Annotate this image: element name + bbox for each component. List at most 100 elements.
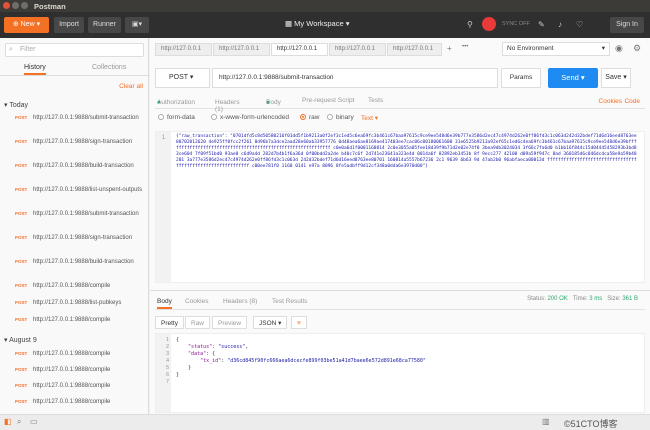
format-select[interactable]: JSON ▾ xyxy=(253,316,288,329)
history-url: http://127.0.0.1:9888/compile xyxy=(33,399,111,405)
radio-raw[interactable]: raw xyxy=(300,114,319,121)
tab-response-cookies[interactable]: Cookies xyxy=(185,298,208,305)
save-button[interactable]: Save ▾ xyxy=(601,68,631,88)
new-window-button[interactable]: ▣▾ xyxy=(125,17,149,33)
group-label: August 9 xyxy=(9,337,37,344)
tab-tests[interactable]: Tests xyxy=(368,97,383,104)
add-tab-icon[interactable]: + xyxy=(447,44,452,53)
sync-icon[interactable] xyxy=(482,17,496,31)
tab-label: Headers (1) xyxy=(215,99,240,113)
satellite-icon[interactable]: ⚲ xyxy=(467,20,473,29)
bell-icon[interactable]: ♪ xyxy=(558,20,562,29)
radio-urlencoded[interactable]: x-www-form-urlencoded xyxy=(211,114,289,121)
history-group-august-9[interactable]: ▾ August 9 xyxy=(4,336,37,344)
eye-icon[interactable]: ◉ xyxy=(615,43,623,54)
runner-button[interactable]: Runner xyxy=(88,17,121,33)
request-tab[interactable]: http://127.0.0.1 xyxy=(271,43,328,56)
history-url: http://127.0.0.1:9888/compile xyxy=(33,367,111,373)
history-url: http://127.0.0.1:9888/compile xyxy=(33,383,111,389)
new-button[interactable]: ⊕ New ▾ xyxy=(4,17,49,33)
import-button[interactable]: Import xyxy=(54,17,84,33)
body-type-options: form-data x-www-form-urlencoded raw bina… xyxy=(155,114,475,126)
text-type-select[interactable]: Text ▾ xyxy=(361,114,378,122)
history-url: http://127.0.0.1:9888/compile xyxy=(33,317,111,323)
save-label: Save xyxy=(605,74,622,81)
search-icon[interactable]: ⌕ xyxy=(17,417,21,427)
radio-label: raw xyxy=(309,114,320,121)
preview-button[interactable]: Preview xyxy=(212,316,248,329)
wrench-icon[interactable]: ✎ xyxy=(538,20,545,29)
method-label: POST xyxy=(169,74,188,81)
tab-response-headers[interactable]: Headers (8) xyxy=(223,298,257,305)
wrap-icon[interactable]: ≡ xyxy=(291,316,307,329)
response-stats: Status: 200 OK Time: 3 ms Size: 361 B xyxy=(527,296,638,302)
sync-status: SYNC OFF xyxy=(502,21,530,27)
method-badge: POST xyxy=(15,317,28,322)
request-tab[interactable]: http://127.0.0.1 xyxy=(387,43,442,56)
text-type-label: Text xyxy=(361,115,373,122)
sidebar-toggle-icon[interactable]: ◧ xyxy=(4,417,12,426)
line-number: 2 xyxy=(165,344,169,350)
tab-history[interactable]: History xyxy=(24,64,46,75)
request-tab[interactable]: http://127.0.0.1 xyxy=(155,43,212,56)
method-badge: POST xyxy=(15,235,28,240)
new-label: New xyxy=(20,21,35,28)
request-tab[interactable]: http://127.0.0.1 xyxy=(213,43,270,56)
sign-in-button[interactable]: Sign In xyxy=(610,17,644,33)
line-numbers: 1234567 xyxy=(156,334,171,412)
raw-button[interactable]: Raw xyxy=(185,316,211,329)
line-number: 3 xyxy=(165,351,169,357)
toolbar: ⊕ New ▾ Import Runner ▣▾ ▦ My Workspace … xyxy=(0,12,650,38)
request-tab[interactable]: http://127.0.0.1 xyxy=(329,43,386,56)
search-icon: ⌕ xyxy=(9,46,13,53)
radio-label: binary xyxy=(336,114,354,121)
history-group-today[interactable]: ▾ Today xyxy=(4,101,28,109)
line-number: 6 xyxy=(165,372,169,378)
layout-icon[interactable]: ▥ xyxy=(542,417,550,426)
sidebar-tabs: History Collections xyxy=(0,60,149,76)
method-badge: POST xyxy=(15,383,28,388)
tab-menu-icon[interactable]: ••• xyxy=(462,44,468,50)
tab-collections[interactable]: Collections xyxy=(92,64,126,71)
grid-icon: ▦ xyxy=(285,19,295,28)
url-input[interactable]: http://127.0.0.1:9888/submit-transaction xyxy=(212,68,498,88)
radio-form-data[interactable]: form-data xyxy=(158,114,195,121)
close-icon[interactable] xyxy=(3,2,10,9)
heart-icon[interactable]: ♡ xyxy=(576,20,583,29)
method-select[interactable]: POST ▾ xyxy=(155,68,210,88)
history-url: http://127.0.0.1:9888/submit-transaction xyxy=(33,211,139,217)
clear-all-link[interactable]: Clear all xyxy=(119,83,143,90)
minimize-icon[interactable] xyxy=(12,2,19,9)
size-label: Size: xyxy=(607,296,621,302)
tab-label: Authorization xyxy=(157,99,195,106)
tab-test-results[interactable]: Test Results xyxy=(272,298,307,305)
time-label: Time: xyxy=(572,296,588,302)
tab-response-body[interactable]: Body xyxy=(157,298,172,309)
filter-input[interactable]: ⌕ Filter xyxy=(5,43,144,57)
code-link[interactable]: Code xyxy=(624,98,640,105)
params-button[interactable]: Params xyxy=(501,68,541,88)
cookies-link[interactable]: Cookies xyxy=(599,98,622,105)
response-view-bar: Pretty Raw Preview JSON ▾ ≡ xyxy=(155,316,355,330)
send-button[interactable]: Send ▾ xyxy=(548,68,598,88)
title-bar: Postman xyxy=(0,0,650,12)
request-body-editor[interactable]: 1 {"raw_transaction": "0701dfd5c8d505802… xyxy=(155,131,645,283)
workspace-selector[interactable]: ▦ My Workspace ▾ xyxy=(285,19,350,28)
status-label: Status: xyxy=(527,296,546,302)
pretty-button[interactable]: Pretty xyxy=(155,316,184,329)
url-row: POST ▾ http://127.0.0.1:9888/submit-tran… xyxy=(155,68,645,88)
main-panel: http://127.0.0.1 http://127.0.0.1 http:/… xyxy=(150,38,650,414)
response-body[interactable]: 1234567 { "status": "success", "data": {… xyxy=(155,333,645,413)
window-title: Postman xyxy=(34,2,66,11)
environment-select[interactable]: No Environment ▾ xyxy=(502,42,610,56)
method-badge: POST xyxy=(15,187,28,192)
console-icon[interactable]: ▭ xyxy=(30,417,38,426)
size-value: 361 B xyxy=(622,296,638,302)
history-url: http://127.0.0.1:9888/build-transaction xyxy=(33,163,134,169)
gear-icon[interactable]: ⚙ xyxy=(633,43,641,54)
workspace-label: My Workspace xyxy=(294,19,344,28)
radio-binary[interactable]: binary xyxy=(327,114,354,121)
maximize-icon[interactable] xyxy=(21,2,28,9)
tab-prerequest-script[interactable]: Pre-request Script xyxy=(302,97,354,104)
panel-divider[interactable] xyxy=(150,290,650,291)
